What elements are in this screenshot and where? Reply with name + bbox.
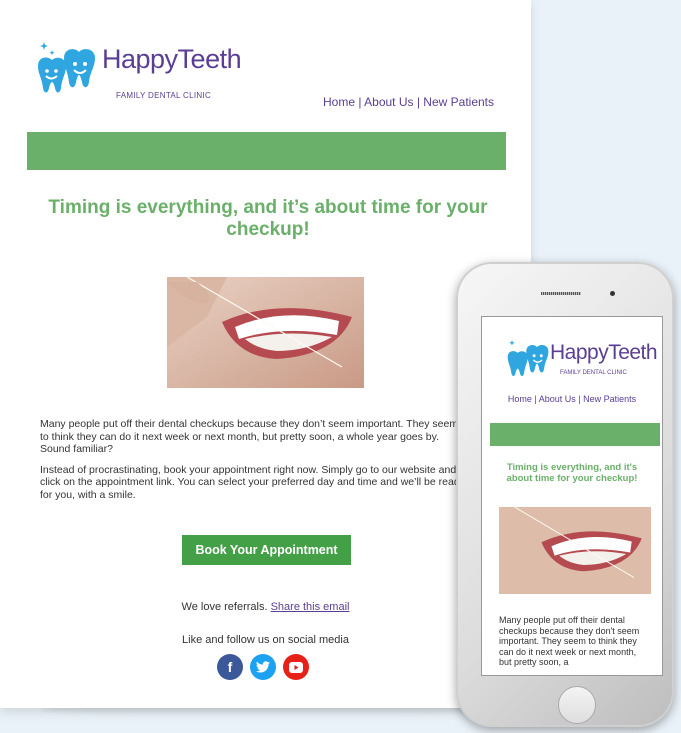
tooth-logo-icon bbox=[38, 42, 95, 93]
green-banner bbox=[27, 132, 506, 170]
share-email-link[interactable]: Share this email bbox=[271, 601, 350, 613]
email-body: Many people put off their dental checkup… bbox=[40, 418, 465, 509]
mobile-nav-new-patients-link[interactable]: New Patients bbox=[583, 394, 636, 404]
nav-separator: | bbox=[575, 394, 584, 404]
social-icons: f bbox=[217, 654, 317, 682]
mobile-brand-logo[interactable]: HappyTeeth FAMILY DENTAL CLINIC bbox=[502, 337, 662, 387]
body-paragraph-1: Many people put off their dental checkup… bbox=[40, 418, 459, 455]
phone-home-button[interactable] bbox=[558, 686, 596, 724]
twitter-icon[interactable] bbox=[250, 654, 276, 680]
mobile-green-banner bbox=[490, 423, 660, 446]
mobile-headline: Timing is everything, and it's about tim… bbox=[506, 462, 638, 484]
hero-image bbox=[167, 277, 364, 388]
mobile-brand-name: HappyTeeth bbox=[550, 341, 658, 364]
brand-logo[interactable]: HappyTeeth FAMILY DENTAL CLINIC bbox=[30, 38, 242, 108]
book-appointment-button[interactable]: Book Your Appointment bbox=[182, 535, 351, 565]
phone-camera bbox=[610, 291, 615, 296]
brand-name: HappyTeeth bbox=[102, 44, 242, 74]
body-paragraph-2: Instead of procrastinating, book your ap… bbox=[40, 463, 465, 501]
nav-separator: | bbox=[355, 95, 365, 109]
top-nav: Home | About Us | New Patients bbox=[323, 95, 494, 109]
youtube-icon[interactable] bbox=[283, 654, 309, 680]
mobile-nav: Home | About Us | New Patients bbox=[482, 394, 662, 404]
nav-new-patients-link[interactable]: New Patients bbox=[423, 95, 494, 109]
nav-home-link[interactable]: Home bbox=[323, 95, 355, 109]
nav-separator: | bbox=[531, 394, 539, 404]
mobile-brand-subtitle: FAMILY DENTAL CLINIC bbox=[560, 370, 627, 376]
brand-subtitle: FAMILY DENTAL CLINIC bbox=[116, 91, 212, 100]
mobile-nav-about-link[interactable]: About Us bbox=[539, 394, 576, 404]
mobile-phone-mockup: HappyTeeth FAMILY DENTAL CLINIC Home | A… bbox=[452, 262, 681, 733]
mobile-nav-home-link[interactable]: Home bbox=[508, 394, 532, 404]
email-headline: Timing is everything, and it’s about tim… bbox=[48, 197, 488, 240]
phone-screen: HappyTeeth FAMILY DENTAL CLINIC Home | A… bbox=[481, 316, 663, 676]
phone-speaker bbox=[541, 292, 581, 295]
mobile-body-text: Many people put off their dental checkup… bbox=[499, 615, 640, 667]
nav-separator: | bbox=[413, 95, 424, 109]
referral-text: We love referrals. bbox=[181, 601, 268, 613]
nav-about-link[interactable]: About Us bbox=[364, 95, 413, 109]
tooth-logo-icon bbox=[507, 340, 549, 377]
mobile-hero-image bbox=[499, 507, 651, 594]
facebook-icon[interactable]: f bbox=[217, 654, 243, 680]
phone-frame: HappyTeeth FAMILY DENTAL CLINIC Home | A… bbox=[456, 262, 674, 727]
